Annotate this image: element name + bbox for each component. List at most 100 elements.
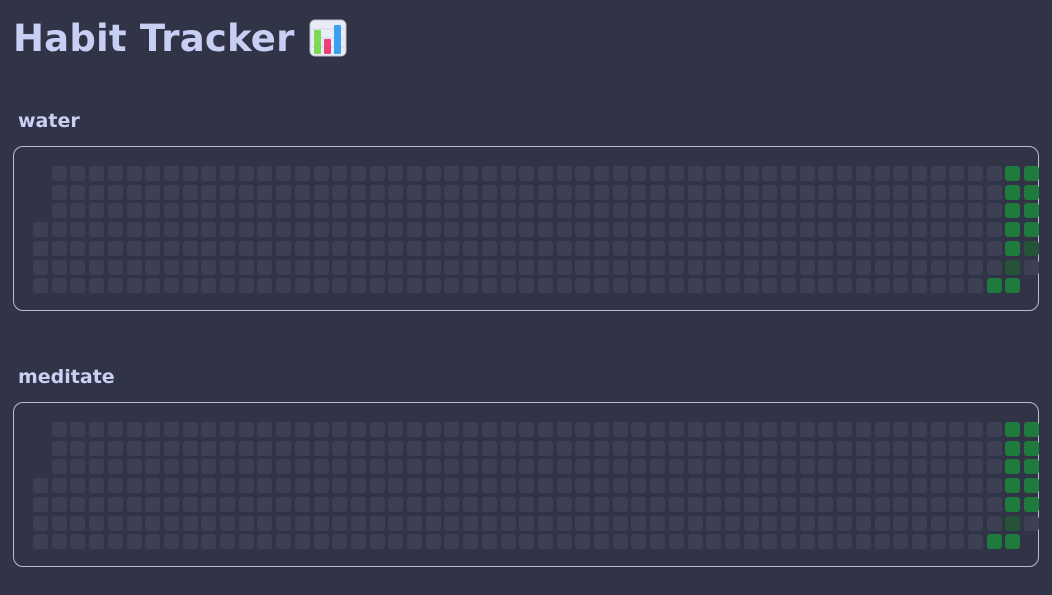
heatmap-cell[interactable] <box>687 459 703 475</box>
heatmap-cell[interactable] <box>332 459 348 475</box>
heatmap-cell[interactable] <box>631 496 647 512</box>
heatmap-cell[interactable] <box>163 459 179 475</box>
heatmap-cell[interactable] <box>33 515 48 531</box>
heatmap-cell[interactable] <box>986 440 1002 456</box>
heatmap-cell[interactable] <box>874 240 890 256</box>
heatmap-cell[interactable] <box>893 422 909 437</box>
heatmap-cell[interactable] <box>706 515 722 531</box>
heatmap-cell[interactable] <box>687 496 703 512</box>
heatmap-cell[interactable] <box>444 459 460 475</box>
heatmap-cell[interactable] <box>425 203 441 219</box>
heatmap-cell[interactable] <box>350 166 366 181</box>
heatmap-cell[interactable] <box>70 278 86 294</box>
heatmap-cell[interactable] <box>837 440 853 456</box>
heatmap-cell[interactable] <box>220 422 235 437</box>
heatmap-cell[interactable] <box>799 222 815 238</box>
heatmap-cell[interactable] <box>855 240 871 256</box>
heatmap-cell[interactable] <box>238 278 254 294</box>
heatmap-cell[interactable] <box>126 440 142 456</box>
heatmap-cell[interactable] <box>930 240 946 256</box>
heatmap-cell[interactable] <box>388 496 404 512</box>
heatmap-cell[interactable] <box>126 278 142 294</box>
heatmap-cell[interactable] <box>930 184 946 200</box>
heatmap-cell[interactable] <box>537 259 553 275</box>
heatmap-cell[interactable] <box>425 496 441 512</box>
heatmap-cell[interactable] <box>463 422 479 437</box>
heatmap-cell[interactable] <box>257 184 273 200</box>
heatmap-cell[interactable] <box>631 440 647 456</box>
heatmap-cell[interactable] <box>631 515 647 531</box>
heatmap-cell[interactable] <box>332 422 348 437</box>
heatmap-cell[interactable] <box>949 534 965 550</box>
heatmap-cell[interactable] <box>855 496 871 512</box>
heatmap-cell[interactable] <box>911 203 927 219</box>
heatmap-cell[interactable] <box>743 278 759 294</box>
heatmap-cell[interactable] <box>911 240 927 256</box>
heatmap-cell[interactable] <box>556 515 572 531</box>
heatmap-cell[interactable] <box>107 184 123 200</box>
heatmap-cell[interactable] <box>201 478 217 494</box>
heatmap-cell[interactable] <box>70 515 86 531</box>
heatmap-cell[interactable] <box>238 422 254 437</box>
heatmap-cell[interactable] <box>687 166 703 181</box>
heatmap-cell-completed[interactable] <box>1005 440 1021 456</box>
heatmap-cell[interactable] <box>70 203 86 219</box>
heatmap-cell[interactable] <box>163 440 179 456</box>
heatmap-cell[interactable] <box>893 534 909 550</box>
heatmap-cell[interactable] <box>425 184 441 200</box>
heatmap-cell[interactable] <box>650 259 666 275</box>
heatmap-cell[interactable] <box>668 459 684 475</box>
heatmap-cell[interactable] <box>556 440 572 456</box>
heatmap-cell[interactable] <box>500 478 516 494</box>
heatmap-cell[interactable] <box>407 222 422 238</box>
heatmap-cell[interactable] <box>332 478 348 494</box>
heatmap-cell[interactable] <box>407 496 422 512</box>
heatmap-cell[interactable] <box>126 459 142 475</box>
heatmap-cell[interactable] <box>911 184 927 200</box>
heatmap-cell[interactable] <box>837 203 853 219</box>
heatmap-cell[interactable] <box>855 259 871 275</box>
heatmap-cell[interactable] <box>332 496 348 512</box>
heatmap-cell[interactable] <box>687 240 703 256</box>
heatmap-cell[interactable] <box>407 203 422 219</box>
heatmap-cell[interactable] <box>743 534 759 550</box>
heatmap-cell[interactable] <box>33 240 48 256</box>
heatmap-cell[interactable] <box>911 278 927 294</box>
heatmap-cell[interactable] <box>463 184 479 200</box>
heatmap-cell[interactable] <box>650 240 666 256</box>
heatmap-cell[interactable] <box>388 515 404 531</box>
heatmap-cell[interactable] <box>51 459 67 475</box>
heatmap-cell[interactable] <box>911 259 927 275</box>
heatmap-cell[interactable] <box>444 496 460 512</box>
heatmap-cell[interactable] <box>481 440 497 456</box>
heatmap-cell[interactable] <box>388 422 404 437</box>
heatmap-cell[interactable] <box>911 459 927 475</box>
heatmap-cell[interactable] <box>51 440 67 456</box>
heatmap-cell[interactable] <box>407 478 422 494</box>
heatmap-cell[interactable] <box>556 422 572 437</box>
heatmap-cell[interactable] <box>837 422 853 437</box>
heatmap-cell[interactable] <box>968 278 983 294</box>
heatmap-cell[interactable] <box>313 496 329 512</box>
heatmap-cell[interactable] <box>781 515 796 531</box>
heatmap-cell[interactable] <box>893 515 909 531</box>
heatmap-cell[interactable] <box>650 478 666 494</box>
heatmap-cell[interactable] <box>107 203 123 219</box>
heatmap-cell[interactable] <box>70 184 86 200</box>
heatmap-cell[interactable] <box>369 422 385 437</box>
heatmap-cell[interactable] <box>799 166 815 181</box>
heatmap-cell[interactable] <box>631 278 647 294</box>
heatmap-cell[interactable] <box>238 203 254 219</box>
heatmap-cell[interactable] <box>407 259 422 275</box>
heatmap-cell[interactable] <box>968 259 983 275</box>
heatmap-cell[interactable] <box>33 478 48 494</box>
heatmap-cell[interactable] <box>855 459 871 475</box>
heatmap-cell[interactable] <box>799 278 815 294</box>
heatmap-cell[interactable] <box>126 240 142 256</box>
heatmap-cell[interactable] <box>668 259 684 275</box>
heatmap-cell[interactable] <box>388 240 404 256</box>
heatmap-cell[interactable] <box>537 478 553 494</box>
heatmap-cell[interactable] <box>724 534 740 550</box>
heatmap-cell[interactable] <box>874 222 890 238</box>
heatmap-cell[interactable] <box>762 222 778 238</box>
